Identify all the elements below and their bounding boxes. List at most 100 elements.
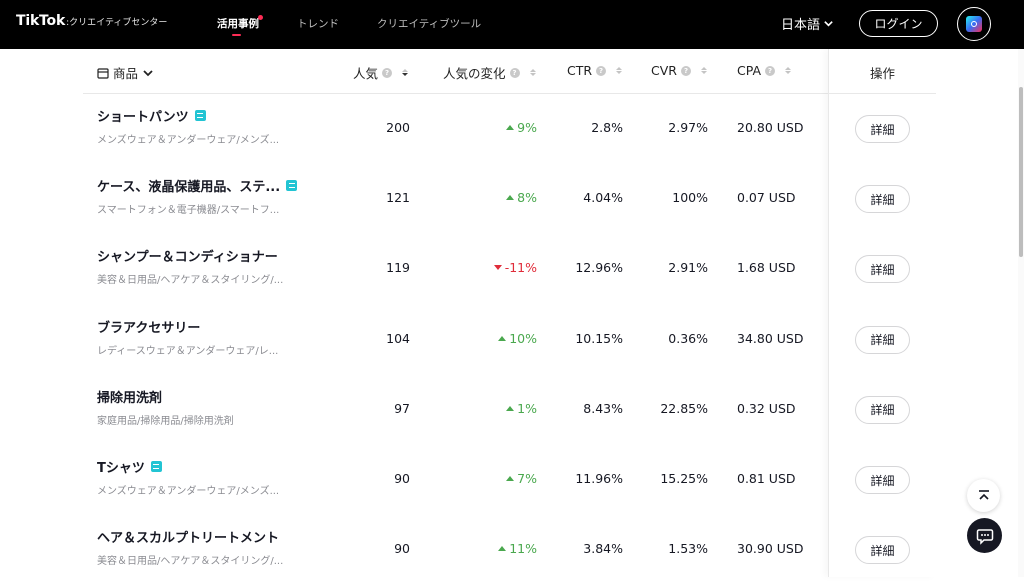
nav-item-label: トレンド [297,18,339,30]
product-name-label: Tシャツ [97,461,145,476]
detail-button[interactable]: 詳細 [855,115,910,143]
column-label: CVR [651,63,677,78]
cvr-value: 0.36% [668,330,708,346]
detail-button[interactable]: 詳細 [855,395,910,424]
column-header-popularity[interactable]: 人気 ? [353,63,409,82]
popularity-change: 9% [506,120,537,135]
tiktok-creative-center-logo[interactable]: TikTok :クリエイティブセンター [16,13,167,29]
cpa-value: 0.81 USD [737,471,796,486]
help-icon[interactable]: ? [596,65,607,76]
cpa-value: 34.80 USD [737,330,804,346]
account-button[interactable] [957,7,991,41]
table-row[interactable]: ケース、液晶保護用品、ステ... スマートフォン＆電子機器/スマートフ... 121… [83,164,936,234]
popularity-change: 1% [506,401,537,416]
popularity-value: 121 [386,190,410,206]
chevron-down-icon [143,69,153,76]
table-row[interactable]: ショートパンツ メンズウェア＆アンダーウェア/メンズ... 200 9% 2.8% 2.9… [83,94,936,164]
column-label: 商品 [113,66,139,81]
nav-item-label: クリエイティブツール [377,18,482,30]
help-icon[interactable]: ? [765,65,776,76]
product-name-label: ヘア＆スカルプトリートメント [97,531,280,547]
popularity-value: 104 [386,330,410,346]
column-label: CTR [567,63,593,78]
ctr-value: 4.04% [583,190,623,206]
column-label: CPA [737,63,762,78]
detail-button[interactable]: 詳細 [855,185,910,214]
nav-item-creative-tools[interactable]: クリエイティブツール [377,16,481,31]
sort-icon[interactable] [700,67,707,74]
sort-icon[interactable] [402,69,409,76]
language-selector[interactable]: 日本語 [781,14,834,33]
table-row[interactable]: ヘア＆スカルプトリートメント 美容＆日用品/ヘアケア＆スタイリング/... 90 11… [83,515,936,585]
product-category: メンズウェア＆アンダーウェア/メンズ... [97,486,280,497]
help-icon[interactable]: ? [382,67,393,78]
cvr-value: 2.91% [668,260,708,276]
change-value: 11% [509,541,537,557]
chevron-down-icon [824,21,833,27]
cpa-value: 0.32 USD [737,400,796,416]
tag-icon [150,461,162,472]
detail-button[interactable]: 詳細 [855,255,910,284]
detail-button[interactable]: 詳細 [855,466,910,494]
table-row[interactable]: シャンプー＆コンディショナー 美容＆日用品/ヘアケア＆スタイリング/... 119 -… [83,234,936,304]
table-row[interactable]: 掃除用洗剤 家庭用品/掃除用品/掃除用洗剤 97 1% 8.43% 22.85% 0.32 … [83,375,936,445]
change-value: 7% [517,471,537,486]
popularity-change: 8% [506,190,537,205]
cpa-value: 0.07 USD [737,190,796,206]
sort-icon[interactable] [616,67,623,74]
trend-up-icon [506,125,515,130]
column-header-ctr[interactable]: CTR ? [567,63,623,78]
popularity-value: 200 [386,120,410,135]
product-name[interactable]: 掃除用洗剤 [97,387,162,406]
ctr-value: 12.96% [575,260,623,276]
cvr-value: 2.97% [668,120,708,135]
change-value: 10% [509,330,537,346]
top-nav-bar: TikTok :クリエイティブセンター 活用事例 トレンド クリエイティブツール… [0,0,1024,49]
cvr-value: 100% [672,190,708,206]
table-row[interactable]: ブラアクセサリー レディースウェア＆アンダーウェア/レ... 104 10% 10.15… [83,305,936,375]
page-scrollbar[interactable] [1018,49,1024,577]
active-nav-indicator [232,34,241,36]
product-name-label: ブラアクセサリー [97,320,201,336]
column-header-change[interactable]: 人気の変化 ? [443,63,536,82]
nav-item-trends[interactable]: トレンド [297,16,339,31]
back-to-top-button[interactable] [967,479,1000,512]
sort-icon[interactable] [785,67,792,74]
product-name[interactable]: ケース、液晶保護用品、ステ... [97,176,298,195]
column-header-cpa[interactable]: CPA ? [737,63,792,78]
column-header-cvr[interactable]: CVR ? [651,63,707,78]
popularity-value: 90 [394,541,410,557]
ctr-value: 10.15% [575,330,623,346]
product-name[interactable]: ブラアクセサリー [97,317,200,336]
sort-icon[interactable] [529,69,536,76]
change-value: 9% [517,120,537,135]
login-button[interactable]: ログイン [859,10,938,37]
product-name[interactable]: ショートパンツ [97,106,206,125]
detail-button[interactable]: 詳細 [855,325,910,354]
product-name[interactable]: ヘア＆スカルプトリートメント [97,527,279,546]
popularity-change: 7% [506,471,537,486]
chat-support-button[interactable] [967,518,1002,553]
column-header-action: 操作 [829,63,936,82]
trend-up-icon [506,195,515,201]
tag-icon [286,180,298,192]
ctr-value: 11.96% [575,471,623,486]
scrollbar-thumb[interactable] [1019,87,1023,257]
nav-item-inspiration[interactable]: 活用事例 [217,15,263,36]
popularity-value: 90 [394,471,410,486]
table-row[interactable]: Tシャツ メンズウェア＆アンダーウェア/メンズ... 90 7% 11.96% 15.25… [83,445,936,515]
nav-item-label: 活用事例 [217,18,259,30]
column-header-product[interactable]: 商品 [97,63,154,82]
help-icon[interactable]: ? [680,65,691,76]
product-category: 美容＆日用品/ヘアケア＆スタイリング/... [97,275,284,287]
help-icon[interactable]: ? [509,67,520,78]
popularity-value: 97 [394,400,410,416]
product-name[interactable]: シャンプー＆コンディショナー [97,246,278,265]
trend-up-icon [498,335,507,341]
trend-up-icon [506,405,515,411]
product-name[interactable]: Tシャツ [97,457,162,476]
new-badge-dot [258,15,263,20]
detail-button[interactable]: 詳細 [855,536,910,565]
trend-down-icon [493,265,502,271]
ctr-value: 2.8% [591,120,623,135]
